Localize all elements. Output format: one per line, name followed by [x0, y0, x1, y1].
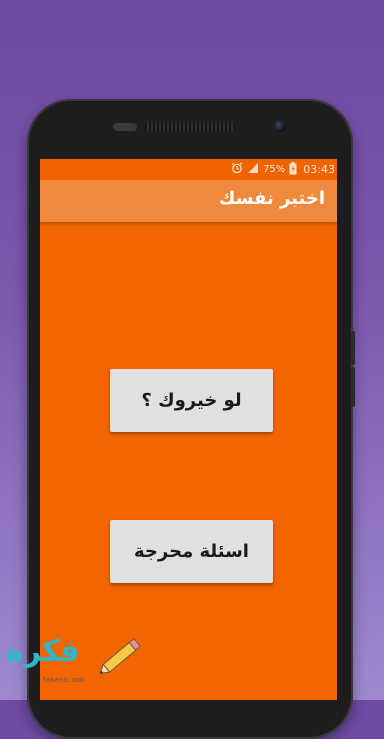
- pencil-icon: [94, 634, 148, 682]
- earpiece-speaker: [145, 121, 235, 132]
- front-camera: [274, 120, 286, 132]
- logo-domain: fekera.com: [42, 676, 85, 684]
- app-title: اختبر نفسك: [218, 188, 325, 209]
- volume-button: [351, 367, 355, 407]
- logo-text: فكرة: [6, 634, 80, 669]
- alarm-icon: [231, 162, 243, 177]
- status-time: 03:43: [303, 163, 335, 176]
- status-bar: 75% 03:43: [40, 159, 337, 180]
- embarrassing-questions-button[interactable]: اسئلة محرجة: [110, 520, 273, 583]
- battery-percent: 75%: [263, 164, 286, 175]
- sensor: [113, 123, 137, 131]
- app-bar: اختبر نفسك: [40, 180, 337, 222]
- signal-icon: [247, 162, 259, 177]
- watermark-logo: فكرة fekera.com: [6, 634, 148, 692]
- app-screen: 75% 03:43 اختبر نفسك لو خيروك ؟ اسئلة مح…: [40, 159, 337, 700]
- would-you-rather-button[interactable]: لو خيروك ؟: [110, 369, 273, 432]
- battery-charging-icon: [289, 161, 297, 178]
- power-button: [351, 331, 355, 365]
